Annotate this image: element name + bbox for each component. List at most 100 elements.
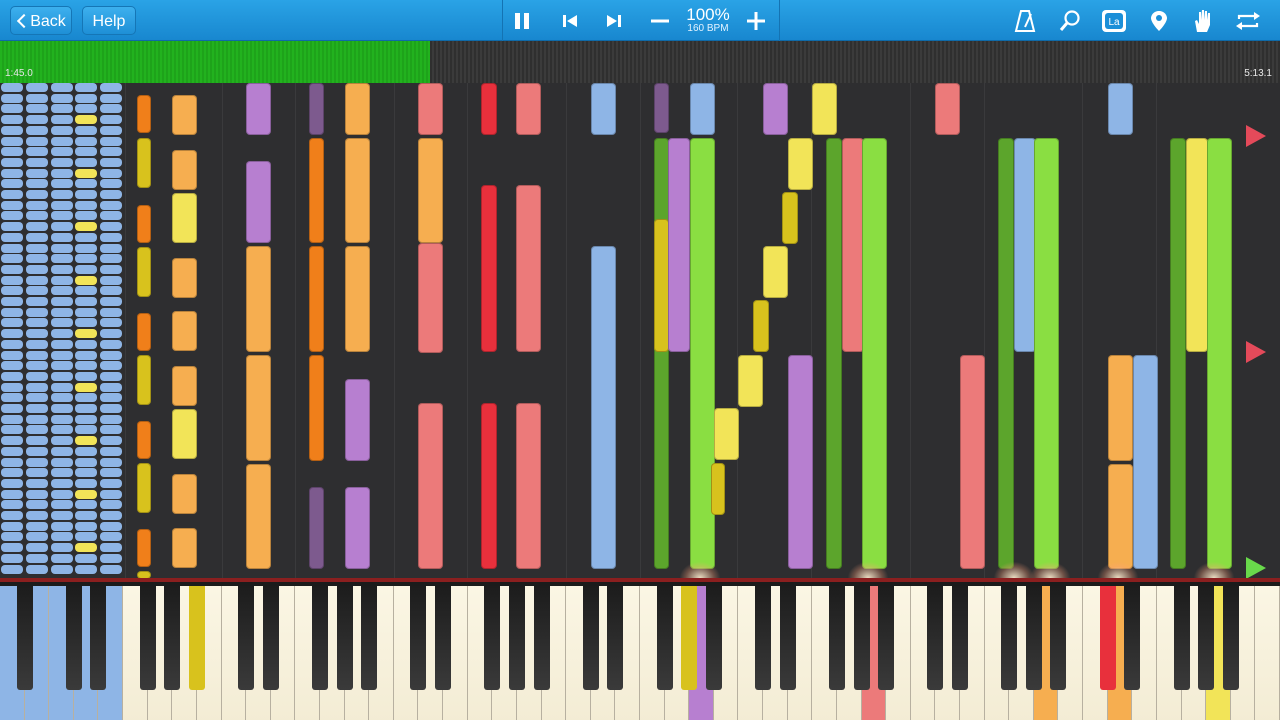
black-key[interactable] — [705, 586, 722, 690]
note-block — [75, 500, 97, 510]
note-block — [75, 318, 97, 328]
white-key[interactable] — [1255, 586, 1280, 720]
note-block — [51, 511, 73, 520]
speed-decrease-button[interactable] — [640, 0, 680, 41]
black-key[interactable] — [1124, 586, 1141, 690]
black-key[interactable] — [1099, 586, 1116, 690]
black-key[interactable] — [262, 586, 279, 690]
black-key[interactable] — [582, 586, 599, 690]
black-key[interactable] — [188, 586, 205, 690]
note-block — [1, 125, 23, 135]
black-key[interactable] — [952, 586, 968, 690]
note-block — [26, 318, 48, 328]
note-block — [1, 361, 23, 371]
black-key[interactable] — [533, 586, 550, 690]
note-block — [1, 457, 23, 467]
note-bar — [172, 409, 197, 459]
black-key[interactable] — [1001, 586, 1018, 690]
note-block — [26, 382, 48, 392]
note-block — [26, 157, 48, 167]
black-key[interactable] — [755, 586, 772, 690]
bookmark-button[interactable] — [1139, 0, 1179, 41]
black-key[interactable] — [607, 586, 624, 690]
note-block — [100, 179, 122, 189]
note-block — [1, 478, 23, 488]
note-bar — [481, 403, 497, 569]
help-button[interactable]: Help — [82, 6, 136, 35]
note-block — [100, 511, 122, 520]
note-block — [75, 93, 97, 103]
note-bar — [862, 138, 887, 569]
note-block — [26, 190, 48, 199]
note-block — [26, 425, 48, 435]
black-key[interactable] — [65, 586, 82, 690]
black-key[interactable] — [410, 586, 427, 690]
black-key[interactable] — [435, 586, 452, 690]
speed-increase-button[interactable] — [736, 0, 776, 41]
black-key[interactable] — [336, 586, 353, 690]
track-marker — [1246, 341, 1266, 363]
note-bar — [172, 474, 197, 514]
note-block — [26, 478, 48, 488]
note-block — [100, 243, 122, 253]
note-block — [100, 521, 122, 531]
loop-button[interactable] — [1228, 0, 1268, 41]
note-block — [51, 307, 73, 317]
black-key[interactable] — [656, 586, 673, 690]
zoom-button[interactable] — [1050, 0, 1090, 41]
black-key[interactable] — [1050, 586, 1067, 690]
track-marker — [1246, 125, 1266, 147]
note-block — [100, 446, 122, 456]
pause-button[interactable] — [502, 0, 542, 41]
black-key[interactable] — [238, 586, 255, 690]
black-key[interactable] — [828, 586, 845, 690]
lane-divider — [394, 83, 395, 578]
black-key[interactable] — [139, 586, 156, 690]
note-block — [1, 393, 23, 403]
note-block — [1, 553, 23, 563]
note-block — [100, 543, 122, 553]
note-block — [100, 286, 122, 296]
note-bar — [753, 300, 769, 352]
back-button[interactable]: Back — [10, 6, 72, 35]
black-key[interactable] — [1025, 586, 1042, 690]
black-key[interactable] — [361, 586, 378, 690]
note-block — [1, 297, 23, 306]
key-hit-glow — [1194, 562, 1234, 578]
note-block — [100, 468, 122, 478]
black-key[interactable] — [16, 586, 33, 690]
note-block — [26, 211, 48, 221]
note-bar — [782, 192, 798, 244]
note-bar — [690, 83, 715, 135]
metronome-button[interactable] — [1005, 0, 1045, 41]
note-labels-button[interactable]: La — [1094, 0, 1134, 41]
note-bar — [172, 366, 197, 406]
black-key[interactable] — [508, 586, 525, 690]
note-block — [75, 543, 97, 553]
black-key[interactable] — [681, 586, 698, 690]
black-key[interactable] — [1198, 586, 1215, 690]
note-block — [75, 104, 97, 114]
black-key[interactable] — [779, 586, 796, 690]
note-bar — [1108, 83, 1133, 135]
black-key[interactable] — [164, 586, 181, 690]
note-block — [26, 200, 48, 210]
note-block — [1, 190, 23, 199]
song-progress-bar[interactable] — [0, 41, 1280, 83]
previous-button[interactable] — [550, 0, 590, 41]
black-key[interactable] — [1222, 586, 1239, 690]
black-key[interactable] — [878, 586, 895, 690]
piano-keyboard[interactable] — [0, 578, 1280, 720]
black-key[interactable] — [312, 586, 328, 690]
black-key[interactable] — [484, 586, 501, 690]
black-key[interactable] — [1173, 586, 1190, 690]
note-block — [26, 564, 48, 574]
note-block — [51, 243, 73, 253]
location-icon — [1151, 10, 1167, 31]
black-key[interactable] — [90, 586, 107, 690]
black-key[interactable] — [853, 586, 870, 690]
black-key[interactable] — [927, 586, 944, 690]
key-hit-glow — [848, 562, 888, 578]
next-button[interactable] — [594, 0, 634, 41]
hands-button[interactable] — [1183, 0, 1223, 41]
